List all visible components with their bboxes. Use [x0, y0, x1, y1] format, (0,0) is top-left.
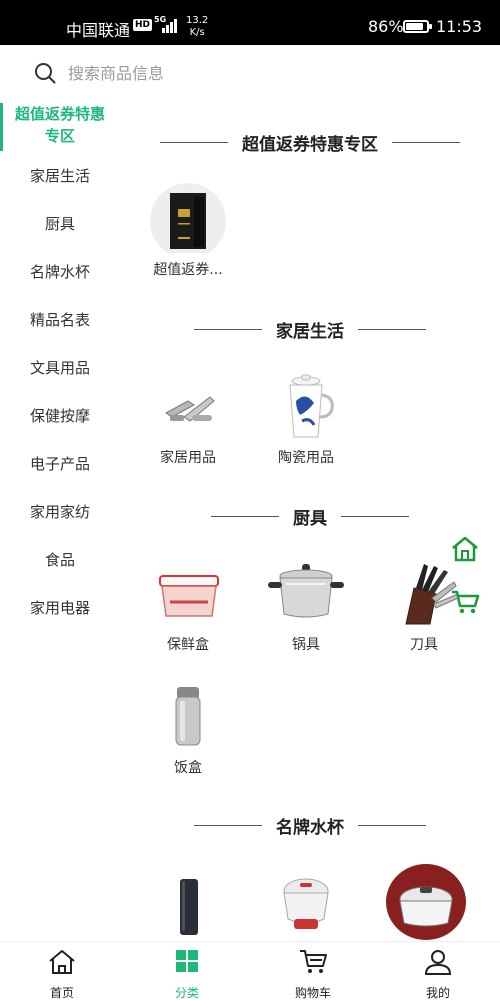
divider	[341, 515, 409, 517]
battery-percent: 86%	[368, 17, 404, 36]
category-sidebar: 超值返券特惠 专区 家居生活 厨具 名牌水杯 精品名表 文具用品 保健按摩 电子…	[0, 101, 120, 941]
network-speed: 13.2 K/s	[186, 15, 208, 39]
section-title-text: 厨具	[293, 508, 327, 529]
network-speed-value: 13.2	[186, 15, 209, 26]
product-image	[266, 869, 346, 939]
nav-home[interactable]: 首页	[17, 948, 107, 1000]
divider	[358, 328, 426, 330]
network-speed-unit: K/s	[189, 27, 205, 38]
section-title-text: 超值返券特惠专区	[242, 134, 378, 155]
section-title-brand-cups: 名牌水杯	[120, 813, 500, 838]
nav-label: 首页	[49, 986, 74, 1000]
section-title-text: 家居生活	[276, 321, 344, 342]
product-image	[148, 558, 228, 628]
nav-label: 我的	[425, 986, 450, 1000]
product-home-goods[interactable]: 家居用品	[138, 371, 238, 467]
sidebar-item-stationery[interactable]: 文具用品	[0, 357, 120, 378]
product-pot[interactable]: 锅具	[256, 558, 356, 654]
sidebar-item-appliances[interactable]: 家用电器	[0, 597, 120, 618]
sidebar-item-electronics[interactable]: 电子产品	[0, 453, 120, 474]
nav-label: 购物车	[294, 986, 331, 1000]
section-title-text: 名牌水杯	[276, 817, 344, 838]
clock: 11:53	[436, 17, 483, 36]
product-image	[266, 558, 346, 628]
sidebar-item-home-living[interactable]: 家居生活	[0, 165, 120, 186]
product-coupon-special[interactable]: 超值返券...	[138, 183, 238, 279]
sidebar-item-brand-cups[interactable]: 名牌水杯	[0, 261, 120, 282]
product-lunch-box[interactable]: 饭盒	[138, 681, 238, 777]
sidebar-item-home-textiles[interactable]: 家用家纺	[0, 501, 120, 522]
product-label: 锅具	[292, 637, 320, 653]
category-content: 超值返券特惠专区 超值返券... 家居生活 家居用品 陶瓷用品 厨具 保鲜盒 锅…	[120, 101, 500, 941]
divider	[211, 515, 279, 517]
float-home-icon[interactable]	[450, 535, 480, 563]
divider	[358, 824, 426, 826]
float-cart-icon[interactable]	[450, 588, 480, 616]
divider	[392, 141, 460, 143]
product-partial[interactable]	[374, 863, 474, 941]
battery-icon	[403, 20, 432, 33]
cart-icon	[300, 950, 327, 973]
bottom-navigation: 首页 分类 购物车 我的	[0, 941, 500, 1000]
product-image	[266, 371, 346, 441]
divider	[160, 141, 228, 143]
sidebar-item-kitchenware[interactable]: 厨具	[0, 213, 120, 234]
product-label: 家居用品	[160, 450, 216, 466]
search-bar	[0, 45, 500, 101]
category-icon	[176, 950, 198, 972]
product-ceramics[interactable]: 陶瓷用品	[256, 371, 356, 467]
nav-category[interactable]: 分类	[142, 948, 232, 1000]
sidebar-item-massage[interactable]: 保健按摩	[0, 405, 120, 426]
search-icon[interactable]	[34, 62, 56, 84]
product-label: 保鲜盒	[167, 637, 209, 653]
section-title-home-living: 家居生活	[120, 317, 500, 342]
section-title-kitchenware: 厨具	[120, 504, 500, 529]
sidebar-item-watches[interactable]: 精品名表	[0, 309, 120, 330]
sidebar-item-label: 超值返券特惠	[14, 105, 105, 123]
signal-icon	[160, 19, 180, 33]
product-image	[384, 863, 466, 941]
sidebar-item-label: 专区	[44, 127, 75, 145]
product-image	[148, 869, 228, 939]
product-partial[interactable]	[256, 869, 356, 939]
battery-fill	[406, 23, 423, 30]
nav-cart[interactable]: 购物车	[268, 948, 358, 1000]
sidebar-item-food[interactable]: 食品	[0, 549, 120, 570]
product-label: 刀具	[410, 637, 438, 653]
nav-label: 分类	[174, 986, 199, 1000]
status-bar: 中国联通 HD 5G 13.2 K/s 86% 11:53	[0, 0, 500, 45]
search-input[interactable]	[68, 60, 448, 86]
carrier-name: 中国联通	[66, 21, 131, 40]
section-title-special-offer: 超值返券特惠专区	[120, 130, 500, 155]
product-image	[148, 183, 228, 259]
divider	[194, 328, 262, 330]
product-label: 超值返券...	[153, 262, 223, 278]
sidebar-item-special-offer[interactable]: 超值返券特惠 专区	[0, 103, 120, 147]
product-food-container[interactable]: 保鲜盒	[138, 558, 238, 654]
product-label: 饭盒	[174, 760, 202, 776]
hd-badge: HD	[133, 19, 153, 31]
user-icon	[424, 950, 452, 975]
product-image	[148, 681, 228, 751]
home-icon	[49, 950, 75, 974]
product-partial[interactable]	[138, 869, 238, 939]
divider	[194, 824, 262, 826]
product-image	[148, 371, 228, 441]
nav-me[interactable]: 我的	[393, 948, 483, 1000]
product-label: 陶瓷用品	[278, 450, 334, 466]
